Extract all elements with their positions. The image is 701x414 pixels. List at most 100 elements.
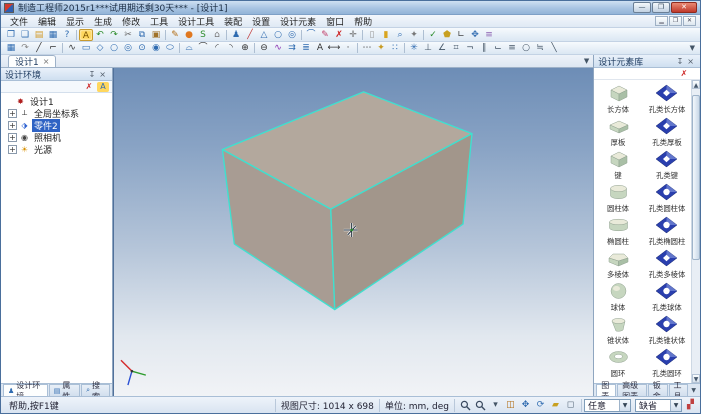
library-item-cuboid[interactable]: 长方体 xyxy=(594,82,642,115)
render-material-icon[interactable]: ● xyxy=(182,29,196,41)
style-combo[interactable]: 缺省 ▼ xyxy=(635,399,682,412)
redo-icon[interactable]: ↷ xyxy=(107,29,121,41)
constraint-slash-icon[interactable]: ╲ xyxy=(547,42,561,54)
library-item-key[interactable]: 键 xyxy=(594,148,642,181)
star-tool-icon[interactable]: ✳ xyxy=(407,42,421,54)
toolbar-overflow-icon[interactable]: ▼ xyxy=(688,44,697,52)
document-tab-design1[interactable]: 设计1 × xyxy=(8,55,56,67)
dimension-tool-icon[interactable]: ⟷ xyxy=(327,42,341,54)
tree-item-part-2[interactable]: +⬗零件2 xyxy=(1,119,112,131)
constraint-equal-icon[interactable]: ≡ xyxy=(505,42,519,54)
constraint-perp-icon[interactable]: ⊥ xyxy=(421,42,435,54)
undo-icon[interactable]: ↶ xyxy=(93,29,107,41)
scroll-down-icon[interactable]: ▼ xyxy=(692,374,700,383)
format-brush-icon[interactable]: ✎ xyxy=(168,29,182,41)
constraint-angle-icon[interactable]: ∠ xyxy=(435,42,449,54)
menu-item-view[interactable]: 显示 xyxy=(61,15,89,28)
tag-tool-icon[interactable]: ⬟ xyxy=(440,29,454,41)
library-item-hole-torus[interactable]: 孔类圆环 xyxy=(643,346,691,379)
library-scrollbar[interactable]: ▲ ▼ xyxy=(691,80,700,383)
menu-item-design-tools[interactable]: 设计工具 xyxy=(173,15,219,28)
draw-point-ref-icon[interactable]: ⊖ xyxy=(257,42,271,54)
search-tool-icon[interactable]: ⌕ xyxy=(393,29,407,41)
chevron-down-icon[interactable]: ▼ xyxy=(670,400,681,411)
expander-icon[interactable]: + xyxy=(8,145,17,154)
menu-item-tools[interactable]: 工具 xyxy=(145,15,173,28)
tree-item-camera[interactable]: +◉照相机 xyxy=(1,131,112,143)
open-file-icon[interactable]: ▤ xyxy=(32,29,46,41)
save-file-icon[interactable]: ▦ xyxy=(46,29,60,41)
flash-tool-icon[interactable]: ✦ xyxy=(374,42,388,54)
scene-tool-icon[interactable]: ⌂ xyxy=(210,29,224,41)
lock-tool-icon[interactable]: ▮ xyxy=(379,29,393,41)
pattern-tool-icon[interactable]: ∷ xyxy=(388,42,402,54)
expander-icon[interactable]: + xyxy=(8,133,17,142)
view-dropdown-icon[interactable]: ▾ xyxy=(489,399,502,411)
menu-item-modify[interactable]: 修改 xyxy=(117,15,145,28)
constraint-grid-icon[interactable]: ⌗ xyxy=(449,42,463,54)
tab-primitives[interactable]: 图素 xyxy=(596,384,616,396)
status-tool-icon[interactable]: ▞ xyxy=(684,399,697,411)
constraint-approx-icon[interactable]: ≒ xyxy=(533,42,547,54)
library-item-torus[interactable]: 圆环 xyxy=(594,346,642,379)
draw-circle-2pt-icon[interactable]: ◎ xyxy=(121,42,135,54)
library-item-hole-cuboid[interactable]: 孔类长方体 xyxy=(643,82,691,115)
rotate-view-icon[interactable]: ⟳ xyxy=(534,399,547,411)
draw-arc-cw-icon[interactable]: ◝ xyxy=(224,42,238,54)
tabstrip-overflow-icon[interactable]: ▼ xyxy=(584,57,589,65)
constraint-parallel-icon[interactable]: ∥ xyxy=(477,42,491,54)
document-tab-close-icon[interactable]: × xyxy=(43,57,50,66)
viewport-3d[interactable] xyxy=(113,68,593,396)
draw-rectangle-icon[interactable]: ▭ xyxy=(79,42,93,54)
tree-item-light-source[interactable]: +☀光源 xyxy=(1,143,112,155)
draw-diamond-icon[interactable]: ◇ xyxy=(93,42,107,54)
display-mode-icon[interactable]: ◫ xyxy=(504,399,517,411)
surface-tool-icon[interactable]: S xyxy=(196,29,210,41)
copy-icon[interactable]: ⧉ xyxy=(135,29,149,41)
triangle-tool-icon[interactable]: △ xyxy=(257,29,271,41)
tab-properties[interactable]: ▤属性 xyxy=(49,384,80,396)
maximize-button[interactable]: ❐ xyxy=(652,2,670,13)
arc-tool-icon[interactable]: ⌒ xyxy=(304,29,318,41)
axis-tool-icon[interactable]: ∟ xyxy=(454,29,468,41)
draw-curve-icon[interactable]: ∿ xyxy=(65,42,79,54)
part-tool-icon[interactable]: ♟ xyxy=(229,29,243,41)
panel-close-icon[interactable]: × xyxy=(685,56,696,67)
line-tool-icon[interactable]: ╱ xyxy=(243,29,257,41)
hatch-tool-icon[interactable]: ≣ xyxy=(299,42,313,54)
mdi-close-button[interactable]: ✕ xyxy=(683,16,696,26)
library-item-hole-sphere[interactable]: 孔类球体 xyxy=(643,280,691,313)
zoom-in-icon[interactable] xyxy=(459,399,472,411)
draw-line-icon[interactable]: ╱ xyxy=(32,42,46,54)
library-item-hole-cone[interactable]: 孔类锥状体 xyxy=(643,313,691,346)
expander-icon[interactable]: + xyxy=(8,109,17,118)
blank-tool-icon[interactable]: ▯ xyxy=(365,29,379,41)
library-item-prism[interactable]: 多棱体 xyxy=(594,247,642,280)
delete-tool-icon[interactable]: ✗ xyxy=(332,29,346,41)
panel-close-icon[interactable]: × xyxy=(97,69,108,80)
new-file-icon[interactable]: ❐ xyxy=(4,29,18,41)
draw-circle-3pt-icon[interactable]: ⊙ xyxy=(135,42,149,54)
draw-point-icon[interactable]: ⊕ xyxy=(238,42,252,54)
constraint-tangent-icon[interactable]: ⌙ xyxy=(491,42,505,54)
offset-tool-icon[interactable]: ⇉ xyxy=(285,42,299,54)
tabs-overflow-icon[interactable]: ▼ xyxy=(689,387,698,394)
circle-tool-icon[interactable]: ○ xyxy=(271,29,285,41)
scrollbar-thumb[interactable] xyxy=(692,95,700,260)
context-help-icon[interactable]: ? xyxy=(60,29,74,41)
check-tool-icon[interactable]: ✓ xyxy=(426,29,440,41)
menu-item-design-elements[interactable]: 设计元素 xyxy=(275,15,321,28)
draw-circle-fill-icon[interactable]: ◉ xyxy=(149,42,163,54)
menu-item-generate[interactable]: 生成 xyxy=(89,15,117,28)
ellipse-tool-icon[interactable]: ◎ xyxy=(285,29,299,41)
library-item-cone[interactable]: 锥状体 xyxy=(594,313,642,346)
library-item-slab[interactable]: 厚板 xyxy=(594,115,642,148)
tab-design-env[interactable]: ♟设计环境 xyxy=(3,384,48,396)
pick-filter-combo[interactable]: 任意 ▼ xyxy=(584,399,631,412)
menu-item-window[interactable]: 窗口 xyxy=(321,15,349,28)
minimize-button[interactable]: — xyxy=(633,2,651,13)
menu-item-assembly[interactable]: 装配 xyxy=(219,15,247,28)
constraint-not-icon[interactable]: ¬ xyxy=(463,42,477,54)
library-item-hole-cylinder[interactable]: 孔类圆柱体 xyxy=(643,181,691,214)
dot-tool-icon[interactable]: · xyxy=(341,42,355,54)
